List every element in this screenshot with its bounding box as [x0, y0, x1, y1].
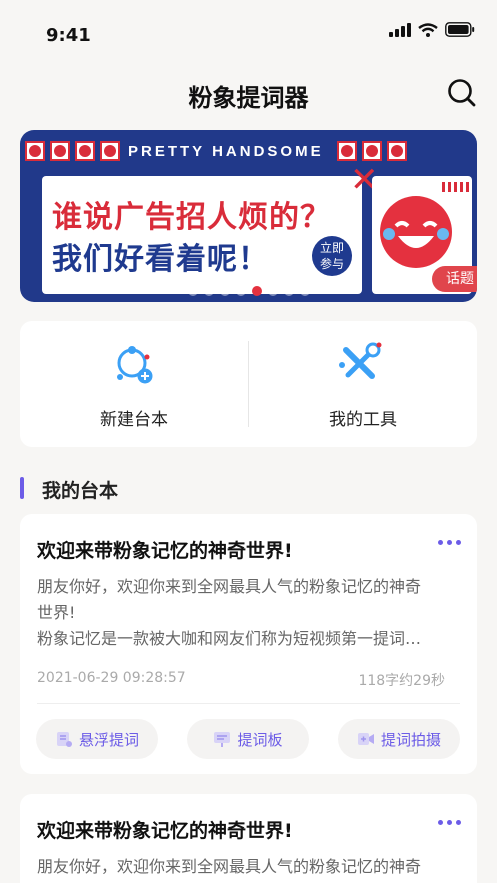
- banner-caption: PRETTY HANDSOME: [128, 142, 324, 160]
- script-card[interactable]: 欢迎来带粉象记忆的神奇世界! 朋友你好，欢迎你来到全网最具人气的粉象记忆的神奇 …: [20, 514, 477, 774]
- script-preview-line: 朋友你好，欢迎你来到全网最具人气的粉象记忆的神奇: [37, 857, 422, 876]
- carousel-dot[interactable]: [203, 286, 214, 296]
- script-preview: 朋友你好，欢迎你来到全网最具人气的粉象记忆的神奇 世界! 粉象记忆是一款被大咖和…: [37, 574, 457, 652]
- banner-emoji-card: 话题: [372, 176, 477, 294]
- promo-banner[interactable]: PRETTY HANDSOME 谁说广告招人烦的？ 我们好看着呢！ 立即 参与 ✕: [20, 130, 477, 302]
- emoji-icon: [361, 141, 382, 161]
- banner-header: PRETTY HANDSOME: [20, 140, 477, 162]
- bars-decoration-icon: [442, 182, 469, 192]
- battery-icon: [445, 22, 475, 37]
- script-preview-line: 朋友你好，欢迎你来到全网最具人气的粉象记忆的神奇: [37, 577, 422, 596]
- section-accent: [20, 477, 24, 499]
- search-icon: [448, 79, 476, 107]
- status-time: 9:41: [46, 25, 91, 46]
- script-title: 欢迎来带粉象记忆的神奇世界!: [37, 540, 293, 562]
- emoji-icon: [75, 141, 95, 161]
- carousel-dot[interactable]: [283, 286, 294, 296]
- script-card[interactable]: 欢迎来带粉象记忆的神奇世界! 朋友你好，欢迎你来到全网最具人气的粉象记忆的神奇: [20, 794, 477, 883]
- script-date: 2021-06-29 09:28:57: [37, 670, 186, 686]
- status-bar: 9:41: [0, 0, 497, 60]
- emoji-icon: [336, 141, 357, 161]
- prompter-record-button[interactable]: 提词拍摄: [338, 719, 460, 759]
- emoji-icon: [100, 141, 120, 161]
- banner-headline-card: 谁说广告招人烦的？ 我们好看着呢！ 立即 参与: [42, 176, 362, 294]
- script-preview-line: 粉象记忆是一款被大咖和网友们称为短视频第一提词…: [37, 629, 422, 648]
- video-camera-icon: [357, 733, 374, 745]
- divider: [37, 703, 460, 704]
- signal-icon: [389, 22, 411, 37]
- emoji-icon: [386, 141, 407, 161]
- script-word-count: 118字约29秒: [358, 673, 445, 689]
- prompter-record-label: 提词拍摄: [380, 730, 441, 749]
- carousel-dot[interactable]: [187, 286, 198, 296]
- carousel-dot[interactable]: [251, 286, 262, 296]
- search-button[interactable]: [445, 76, 479, 110]
- emoji-icon: [50, 141, 70, 161]
- carousel-dot[interactable]: [267, 286, 278, 296]
- prompter-board-icon: [214, 732, 231, 747]
- floating-prompter-button[interactable]: 悬浮提词: [36, 719, 158, 759]
- script-preview-line: 世界!: [37, 603, 76, 622]
- page-title: 粉象提词器: [188, 84, 309, 112]
- floating-prompter-icon: [56, 732, 72, 747]
- carousel-dot[interactable]: [235, 286, 246, 296]
- tools-icon: [339, 342, 382, 379]
- my-tools-button[interactable]: 我的工具: [249, 321, 477, 447]
- banner-headline-2: 我们好看着呢！: [52, 242, 269, 277]
- carousel-dot[interactable]: [219, 286, 230, 296]
- new-script-icon: [117, 346, 153, 384]
- prompter-board-label: 提词板: [237, 730, 283, 749]
- my-tools-label: 我的工具: [329, 410, 397, 430]
- floating-prompter-label: 悬浮提词: [78, 730, 139, 749]
- wifi-icon: [418, 22, 438, 37]
- script-title: 欢迎来带粉象记忆的神奇世界!: [37, 820, 293, 842]
- section-title: 我的台本: [42, 480, 119, 502]
- nav-bar: 粉象提词器: [0, 68, 497, 118]
- carousel-indicator: [20, 286, 477, 296]
- status-icons: [389, 22, 475, 37]
- banner-headline-1: 谁说广告招人烦的？: [52, 200, 331, 235]
- prompter-board-button[interactable]: 提词板: [187, 719, 309, 759]
- more-options-button[interactable]: [438, 540, 461, 545]
- more-options-button[interactable]: [438, 820, 461, 825]
- emoji-icon: [25, 141, 45, 161]
- new-script-button[interactable]: 新建台本: [20, 321, 248, 447]
- join-badge[interactable]: 立即 参与: [312, 236, 352, 276]
- new-script-label: 新建台本: [100, 410, 168, 430]
- laughing-emoji-icon: [380, 196, 452, 268]
- script-preview: 朋友你好，欢迎你来到全网最具人气的粉象记忆的神奇: [37, 854, 457, 880]
- carousel-dot[interactable]: [299, 286, 310, 296]
- quick-tools-card: 新建台本 我的工具: [20, 321, 477, 447]
